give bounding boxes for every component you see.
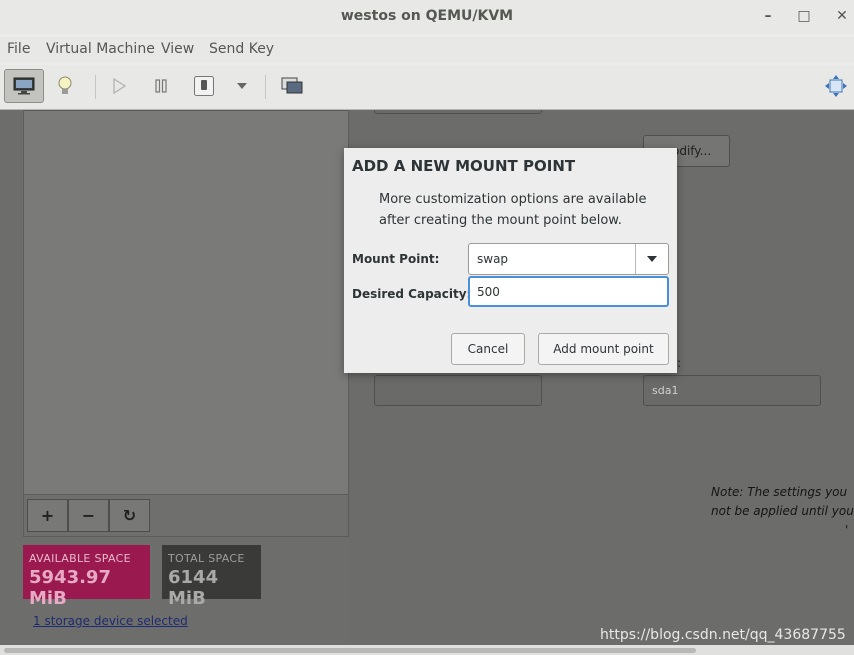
- note-line-3: ': [845, 523, 849, 537]
- horizontal-scrollbar[interactable]: [0, 645, 854, 655]
- bg-colon: :: [677, 356, 682, 370]
- snapshot-button[interactable]: [272, 69, 312, 103]
- bg-field-label[interactable]: [374, 375, 542, 406]
- capacity-label: Desired Capacity:: [352, 287, 472, 301]
- dropdown-icon: [237, 83, 247, 89]
- pause-button[interactable]: [141, 69, 181, 103]
- storage-device-link[interactable]: 1 storage device selected: [33, 614, 188, 628]
- window-title: westos on QEMU/KVM: [340, 8, 514, 24]
- scrollbar-thumb[interactable]: [4, 648, 696, 653]
- minimize-button[interactable]: –: [756, 0, 780, 32]
- fullscreen-icon: [825, 75, 847, 97]
- mount-point-combo[interactable]: swap: [468, 243, 669, 275]
- note-line-1: Note: The settings you: [711, 485, 848, 499]
- bg-field-top[interactable]: [374, 110, 542, 114]
- add-mount-point-dialog: ADD A NEW MOUNT POINT More customization…: [344, 148, 677, 373]
- fullscreen-button[interactable]: [816, 69, 854, 103]
- toolbar: [0, 65, 854, 110]
- shutdown-button[interactable]: [184, 69, 224, 103]
- cancel-button[interactable]: Cancel: [451, 333, 525, 365]
- mount-point-value: swap: [477, 252, 509, 266]
- mount-point-list[interactable]: [23, 110, 349, 536]
- console-icon: [13, 77, 35, 95]
- dialog-description: More customization options are available…: [379, 192, 647, 228]
- maximize-button[interactable]: □: [792, 0, 816, 32]
- menu-file[interactable]: File: [7, 41, 30, 57]
- watermark: https://blog.csdn.net/qq_43687755: [600, 627, 846, 643]
- refresh-button[interactable]: ↻: [109, 499, 150, 532]
- snapshot-icon: [281, 77, 303, 94]
- menu-send-key[interactable]: Send Key: [209, 41, 274, 57]
- window-titlebar: westos on QEMU/KVM – □ ✕: [0, 0, 854, 34]
- note-line-2: not be applied until you: [711, 504, 854, 518]
- shutdown-icon: [194, 76, 214, 96]
- details-button[interactable]: [45, 69, 85, 103]
- lightbulb-icon: [58, 76, 72, 94]
- mount-point-label: Mount Point:: [352, 252, 440, 266]
- remove-mount-point-button[interactable]: −: [68, 499, 109, 532]
- add-mount-point-confirm-button[interactable]: Add mount point: [538, 333, 669, 365]
- combo-arrow[interactable]: [635, 244, 668, 274]
- available-space-box: AVAILABLE SPACE 5943.97 MiB: [23, 545, 150, 609]
- mount-point-controls: + − ↻: [23, 494, 349, 537]
- menu-view[interactable]: View: [161, 41, 194, 57]
- play-icon: [113, 77, 127, 95]
- run-button[interactable]: [99, 69, 139, 103]
- chevron-down-icon: [647, 256, 657, 262]
- total-space-value: 6144 MiB: [168, 567, 219, 609]
- console-button[interactable]: [4, 69, 44, 103]
- total-space-box: TOTAL SPACE 6144 MiB: [162, 545, 261, 609]
- menubar: File Virtual Machine View Send Key: [0, 37, 854, 63]
- device-field[interactable]: sda1: [643, 375, 821, 406]
- menu-virtual-machine[interactable]: Virtual Machine: [46, 41, 155, 57]
- add-mount-point-button[interactable]: +: [27, 499, 68, 532]
- available-space-label: AVAILABLE SPACE: [29, 552, 131, 565]
- available-space-value: 5943.97 MiB: [29, 567, 111, 609]
- close-button[interactable]: ✕: [830, 0, 854, 32]
- pause-icon: [155, 79, 167, 93]
- total-space-label: TOTAL SPACE: [168, 552, 245, 565]
- shutdown-menu-button[interactable]: [222, 69, 262, 103]
- dialog-title: ADD A NEW MOUNT POINT: [352, 157, 576, 175]
- capacity-input[interactable]: [468, 276, 669, 307]
- settings-note: Note: The settings you not be applied un…: [711, 483, 854, 540]
